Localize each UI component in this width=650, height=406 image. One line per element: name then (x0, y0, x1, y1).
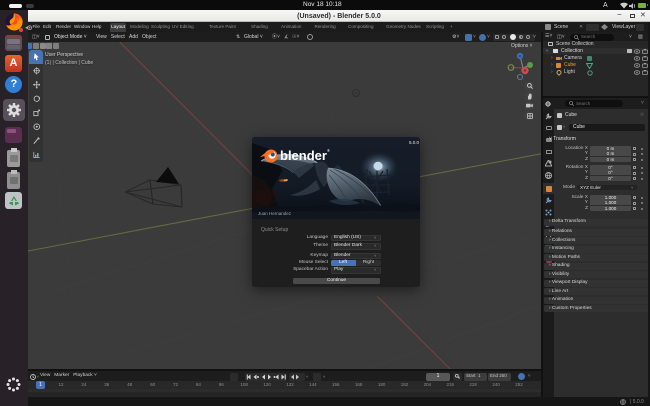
svg-text:®: ® (327, 148, 330, 153)
svg-text:blender: blender (280, 148, 327, 163)
